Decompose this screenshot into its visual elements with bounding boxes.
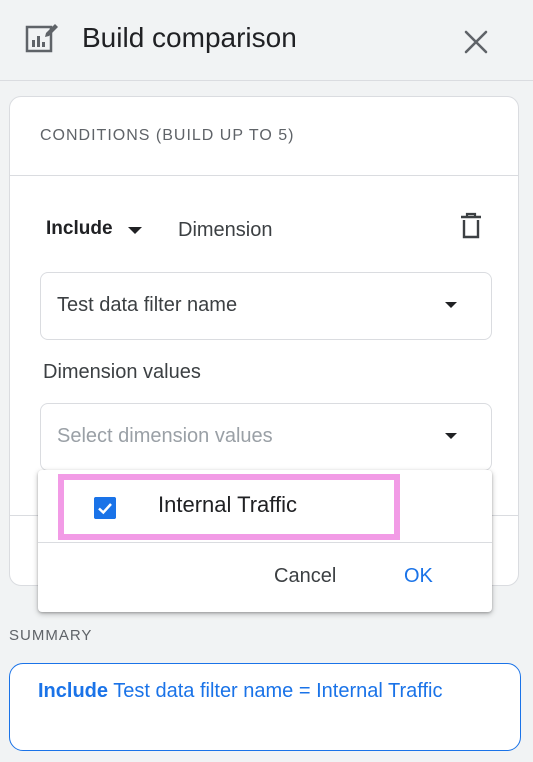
dimension-values-menu: Internal Traffic Cancel OK bbox=[38, 470, 492, 612]
highlight-box bbox=[58, 474, 400, 540]
ok-button[interactable]: OK bbox=[404, 565, 433, 588]
summary-box: Include Test data filter name = Internal… bbox=[9, 663, 521, 751]
panel-title: Build comparison bbox=[82, 22, 297, 53]
cancel-button[interactable]: Cancel bbox=[274, 565, 336, 588]
divider bbox=[10, 175, 518, 176]
dimension-select[interactable]: Test data filter name bbox=[40, 272, 492, 340]
dimension-select-value: Test data filter name bbox=[57, 294, 238, 316]
dimension-values-label: Dimension values bbox=[43, 361, 201, 383]
dimension-values-placeholder: Select dimension values bbox=[57, 425, 273, 447]
include-dropdown[interactable]: Include bbox=[46, 218, 113, 240]
caret-down-icon bbox=[445, 302, 457, 308]
panel-header: Build comparison bbox=[0, 0, 533, 81]
summary-label: SUMMARY bbox=[9, 627, 93, 644]
dimension-label: Dimension bbox=[178, 219, 273, 241]
caret-down-icon[interactable] bbox=[128, 227, 142, 234]
edit-chart-icon bbox=[25, 24, 58, 53]
summary-text: Test data filter name = Internal Traffic bbox=[113, 680, 443, 702]
close-icon[interactable] bbox=[458, 24, 494, 60]
trash-icon[interactable] bbox=[458, 211, 484, 241]
dimension-values-select[interactable]: Select dimension values bbox=[40, 403, 492, 471]
summary-include: Include bbox=[38, 680, 109, 702]
divider bbox=[38, 542, 492, 543]
conditions-title: CONDITIONS (BUILD UP TO 5) bbox=[40, 127, 295, 144]
caret-down-icon bbox=[445, 433, 457, 439]
option-internal-traffic[interactable]: Internal Traffic bbox=[38, 470, 492, 542]
